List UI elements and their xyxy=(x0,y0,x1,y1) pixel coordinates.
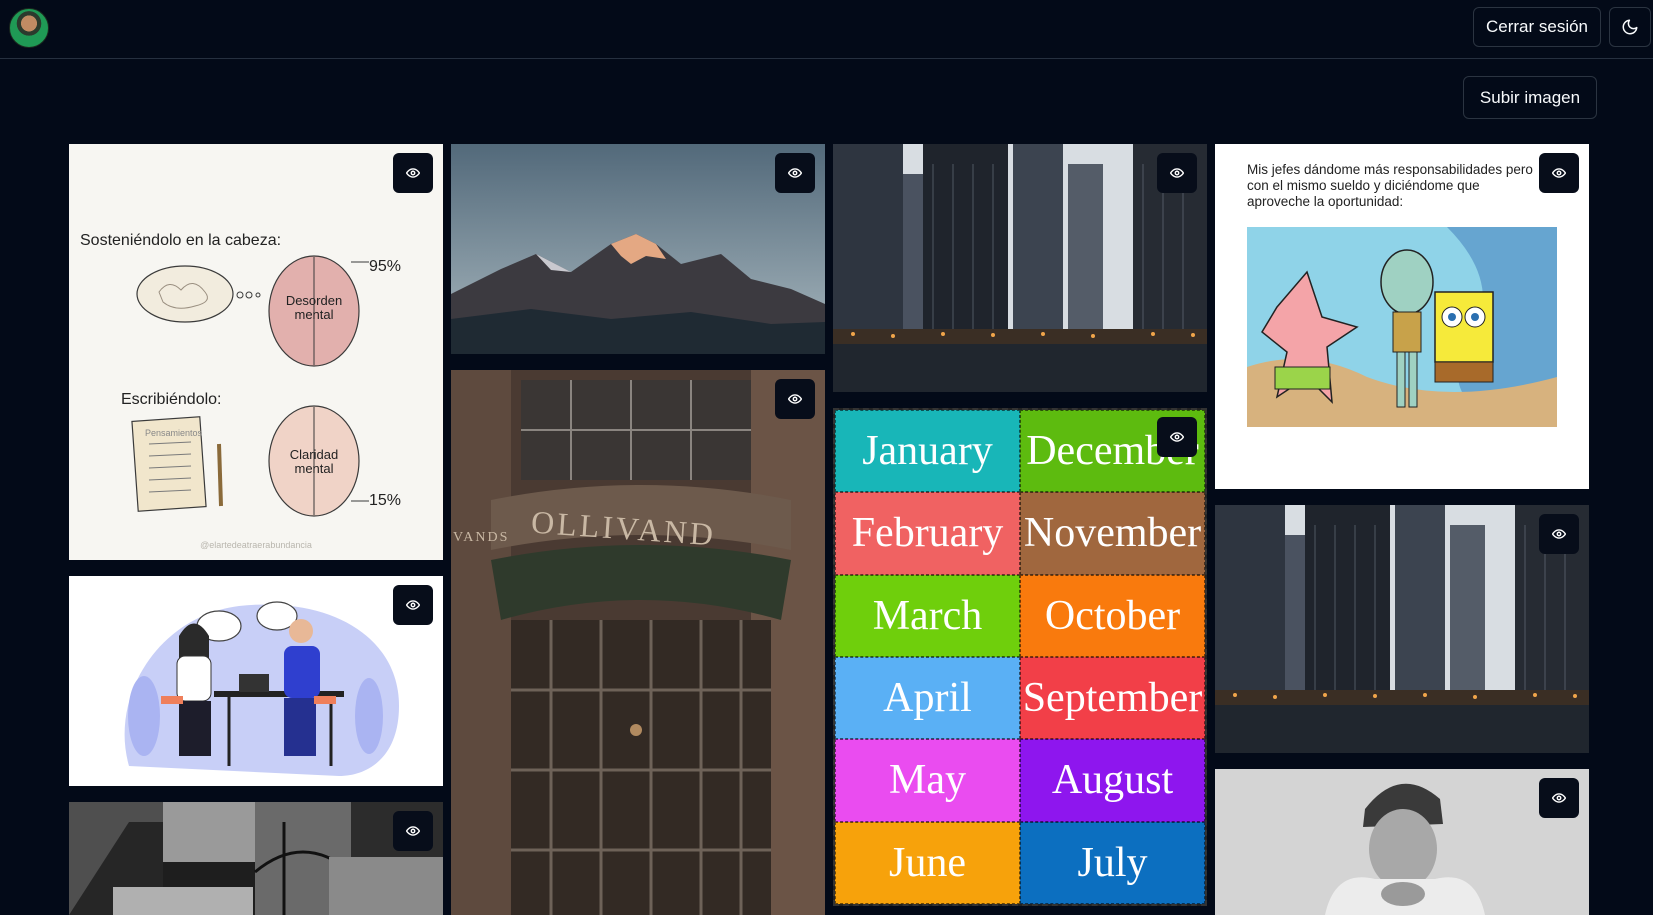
month-tile: September xyxy=(1020,657,1205,740)
view-image-button[interactable] xyxy=(775,153,815,193)
theme-toggle-button[interactable] xyxy=(1609,7,1651,47)
eye-icon xyxy=(406,824,420,838)
gallery-card-ollivanders[interactable]: OLLIVAND VANDS xyxy=(451,370,825,915)
gallery-card-months[interactable]: January December February November March… xyxy=(833,408,1207,906)
month-tile: August xyxy=(1020,739,1205,822)
months-grid: January December February November March… xyxy=(833,408,1207,906)
view-image-button[interactable] xyxy=(1157,417,1197,457)
eye-icon xyxy=(788,392,802,406)
view-image-button[interactable] xyxy=(1157,153,1197,193)
gallery-card-meeting[interactable] xyxy=(69,576,443,786)
month-tile: February xyxy=(835,492,1020,575)
gallery-card-mountains[interactable] xyxy=(451,144,825,354)
month-tile: October xyxy=(1020,574,1205,657)
user-avatar[interactable] xyxy=(9,8,49,48)
eye-icon xyxy=(1170,430,1184,444)
gallery-image xyxy=(451,144,825,354)
gallery-card-portrait[interactable] xyxy=(1215,769,1589,915)
top-navbar: Cerrar sesión xyxy=(0,0,1653,59)
upload-image-button[interactable]: Subir imagen xyxy=(1463,76,1597,119)
gallery-card-city-river-2[interactable] xyxy=(1215,505,1589,753)
month-tile: January xyxy=(835,410,1020,493)
gallery-card-spongebob-meme[interactable]: Mis jefes dándome más responsabilidades … xyxy=(1215,144,1589,489)
gallery-card-mental-note[interactable]: Sosteniéndolo en la cabeza: Desorden men… xyxy=(69,144,443,560)
note-title-bottom: Escribiéndolo: xyxy=(121,391,222,408)
month-tile: July xyxy=(1020,821,1205,904)
gallery-image xyxy=(833,144,1207,392)
brain-label-top: Desorden mental xyxy=(285,293,343,322)
gallery-image xyxy=(451,370,825,915)
month-tile: May xyxy=(835,739,1020,822)
logout-button[interactable]: Cerrar sesión xyxy=(1473,7,1601,47)
gallery-image xyxy=(69,576,443,786)
gallery-card-bw-collage[interactable] xyxy=(69,802,443,915)
image-credit: @elartedeatraerabundancia xyxy=(200,540,312,550)
eye-icon xyxy=(406,598,420,612)
paper-label: Pensamientos xyxy=(145,428,203,438)
month-tile: November xyxy=(1020,492,1205,575)
eye-icon xyxy=(1552,166,1566,180)
gallery-image xyxy=(1215,769,1589,915)
view-image-button[interactable] xyxy=(393,585,433,625)
eye-icon xyxy=(1552,791,1566,805)
eye-icon xyxy=(1170,166,1184,180)
brain-label-bottom: Claridad mental xyxy=(289,447,339,476)
gallery-image xyxy=(1247,227,1557,427)
month-tile: March xyxy=(835,574,1020,657)
view-image-button[interactable] xyxy=(393,811,433,851)
eye-icon xyxy=(788,166,802,180)
gallery-card-city-river[interactable] xyxy=(833,144,1207,392)
percent-top: 95% xyxy=(369,258,402,275)
eye-icon xyxy=(1552,527,1566,541)
view-image-button[interactable] xyxy=(1539,153,1579,193)
view-image-button[interactable] xyxy=(1539,514,1579,554)
eye-icon xyxy=(406,166,420,180)
view-image-button[interactable] xyxy=(1539,778,1579,818)
moon-icon xyxy=(1621,18,1639,36)
meme-caption: Mis jefes dándome más responsabilidades … xyxy=(1247,162,1533,209)
percent-bottom: 15% xyxy=(369,492,402,509)
gallery-image: Sosteniéndolo en la cabeza: Desorden men… xyxy=(69,144,443,560)
month-tile: June xyxy=(835,821,1020,904)
gallery-image xyxy=(69,802,443,915)
month-tile: April xyxy=(835,657,1020,740)
shop-side-sign: VANDS xyxy=(453,530,510,545)
view-image-button[interactable] xyxy=(393,153,433,193)
view-image-button[interactable] xyxy=(775,379,815,419)
gallery-image xyxy=(1215,505,1589,753)
